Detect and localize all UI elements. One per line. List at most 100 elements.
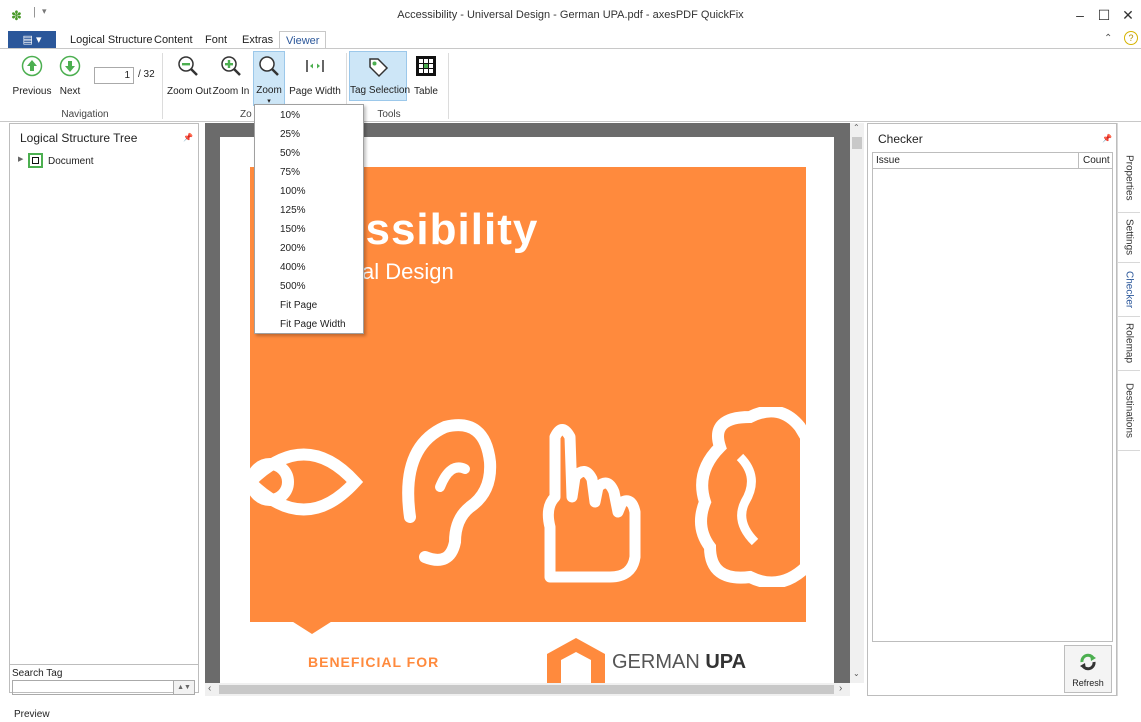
hscroll-thumb[interactable] bbox=[219, 685, 834, 694]
scroll-left-icon[interactable]: ‹ bbox=[208, 683, 211, 694]
scroll-down-icon[interactable]: ⌄ bbox=[853, 669, 860, 678]
zoom-in-icon bbox=[221, 56, 241, 76]
senses-icons bbox=[250, 407, 806, 587]
arrow-up-icon bbox=[21, 55, 43, 77]
vertical-scrollbar[interactable]: ⌃ ⌄ bbox=[850, 123, 864, 683]
table-button[interactable]: Table bbox=[410, 51, 442, 101]
zoom-option-fit-page[interactable]: Fit Page bbox=[256, 296, 362, 315]
checker-title: Checker bbox=[878, 132, 923, 146]
zoom-option-25[interactable]: 25% bbox=[256, 125, 362, 144]
pane-title: Logical Structure Tree bbox=[20, 131, 138, 145]
group-divider bbox=[162, 53, 163, 119]
side-tab-checker[interactable]: Checker bbox=[1118, 263, 1140, 317]
ribbon-viewer: Previous Next 1 / 32 Navigation Zoom Out… bbox=[0, 48, 1141, 122]
table-icon bbox=[416, 56, 436, 76]
side-tab-strip: Properties Settings Checker Rolemap Dest… bbox=[1117, 123, 1140, 696]
tools-group-label: Tools bbox=[377, 109, 401, 120]
arrow-down-icon bbox=[59, 55, 81, 77]
help-icon[interactable]: ? bbox=[1124, 31, 1138, 45]
page-total-label: / 32 bbox=[138, 69, 155, 80]
pin-icon[interactable]: 📌 bbox=[183, 133, 193, 142]
scroll-thumb[interactable] bbox=[852, 137, 862, 149]
logo-text-bold: UPA bbox=[705, 651, 747, 673]
zoom-out-label: Zoom Out bbox=[167, 86, 212, 97]
refresh-label: Refresh bbox=[1072, 678, 1104, 688]
zoom-option-400[interactable]: 400% bbox=[256, 258, 362, 277]
zoom-label: Zoom bbox=[256, 85, 282, 96]
search-divider bbox=[10, 664, 198, 665]
status-bar: Preview bbox=[0, 698, 1141, 722]
zoom-out-icon bbox=[178, 56, 198, 76]
pin-icon[interactable]: 📌 bbox=[1102, 134, 1112, 143]
german-upa-logo-icon bbox=[547, 638, 605, 683]
refresh-button[interactable]: Refresh bbox=[1064, 645, 1112, 693]
count-column-header[interactable]: Count bbox=[1083, 155, 1110, 166]
cover-subheadline: al Design bbox=[362, 259, 454, 284]
file-menu-button[interactable]: ▤ ▾ bbox=[8, 31, 56, 49]
status-text: Preview bbox=[14, 709, 50, 720]
side-tab-rolemap[interactable]: Rolemap bbox=[1118, 317, 1140, 371]
zoom-option-150[interactable]: 150% bbox=[256, 220, 362, 239]
page-number-input[interactable]: 1 bbox=[94, 67, 134, 84]
checker-pane: Checker 📌 Issue Count Refresh bbox=[867, 123, 1117, 696]
horizontal-scrollbar[interactable]: ‹ › bbox=[205, 683, 850, 696]
search-tag-input[interactable] bbox=[12, 680, 182, 695]
scroll-up-icon[interactable]: ⌃ bbox=[853, 123, 860, 132]
maximize-button[interactable]: ☐ bbox=[1093, 6, 1115, 24]
refresh-icon bbox=[1080, 653, 1096, 671]
title-bar: ✽ | ▾ Accessibility - Universal Design -… bbox=[0, 0, 1141, 30]
german-upa-logo-text: GERMAN UPA bbox=[612, 651, 746, 674]
zoom-option-10[interactable]: 10% bbox=[256, 106, 362, 125]
column-divider bbox=[1078, 153, 1079, 169]
search-tag-label: Search Tag bbox=[12, 668, 63, 679]
cover-headline: essibility bbox=[340, 205, 539, 254]
zoom-button[interactable]: Zoom ▾ bbox=[253, 51, 285, 106]
logical-structure-pane: Logical Structure Tree 📌 ▶ Document Sear… bbox=[9, 123, 199, 695]
scroll-right-icon[interactable]: › bbox=[839, 683, 842, 694]
cover-speech-notch bbox=[290, 620, 334, 634]
tab-logical-structure[interactable]: Logical Structure bbox=[64, 31, 159, 49]
issue-column-header[interactable]: Issue bbox=[876, 155, 900, 166]
zoom-option-100[interactable]: 100% bbox=[256, 182, 362, 201]
side-tab-settings[interactable]: Settings bbox=[1118, 213, 1140, 263]
zoom-option-50[interactable]: 50% bbox=[256, 144, 362, 163]
window-title: Accessibility - Universal Design - Germa… bbox=[397, 9, 744, 21]
zoom-out-button[interactable]: Zoom Out bbox=[167, 51, 212, 101]
zoom-icon bbox=[259, 56, 279, 76]
checker-table[interactable]: Issue Count bbox=[872, 152, 1113, 642]
tag-selection-label: Tag Selection bbox=[350, 85, 411, 96]
close-button[interactable]: ✕ bbox=[1117, 6, 1139, 24]
zoom-option-125[interactable]: 125% bbox=[256, 201, 362, 220]
beneficial-for-heading: BENEFICIAL FOR bbox=[308, 654, 440, 670]
tab-content[interactable]: Content bbox=[148, 31, 199, 49]
zoom-option-200[interactable]: 200% bbox=[256, 239, 362, 258]
page-width-button[interactable]: Page Width bbox=[289, 51, 341, 101]
minimize-button[interactable]: – bbox=[1069, 6, 1091, 24]
side-tab-destinations[interactable]: Destinations bbox=[1118, 371, 1140, 451]
collapse-ribbon-icon[interactable]: ⌃ bbox=[1104, 33, 1112, 44]
tag-selection-button[interactable]: Tag Selection bbox=[349, 51, 411, 101]
zoom-in-label: Zoom In bbox=[212, 86, 250, 97]
logo-text-light: GERMAN bbox=[612, 651, 706, 673]
document-node-icon bbox=[28, 153, 43, 168]
previous-label: Previous bbox=[12, 86, 52, 97]
zoom-dropdown-menu: 10% 25% 50% 75% 100% 125% 150% 200% 400%… bbox=[254, 104, 364, 334]
zoom-option-75[interactable]: 75% bbox=[256, 163, 362, 182]
tab-extras[interactable]: Extras bbox=[236, 31, 279, 49]
zoom-option-fit-page-width[interactable]: Fit Page Width bbox=[256, 315, 362, 334]
page-width-icon bbox=[306, 60, 324, 72]
navigation-group-label: Navigation bbox=[61, 109, 109, 120]
tree-node-document[interactable]: Document bbox=[48, 156, 94, 167]
search-spinner-icon[interactable]: ▲▼ bbox=[173, 680, 195, 695]
zoom-in-button[interactable]: Zoom In bbox=[212, 51, 250, 101]
next-button[interactable]: Next bbox=[54, 51, 86, 101]
previous-button[interactable]: Previous bbox=[12, 51, 52, 101]
tab-font[interactable]: Font bbox=[199, 31, 233, 49]
page-width-label: Page Width bbox=[289, 86, 341, 97]
zoom-option-500[interactable]: 500% bbox=[256, 277, 362, 296]
side-tab-properties[interactable]: Properties bbox=[1118, 143, 1140, 213]
table-header bbox=[873, 153, 1112, 169]
next-label: Next bbox=[59, 86, 81, 97]
ribbon-tab-bar: ▤ ▾ Logical Structure Content Font Extra… bbox=[0, 31, 1141, 50]
expand-icon[interactable]: ▶ bbox=[18, 155, 23, 163]
